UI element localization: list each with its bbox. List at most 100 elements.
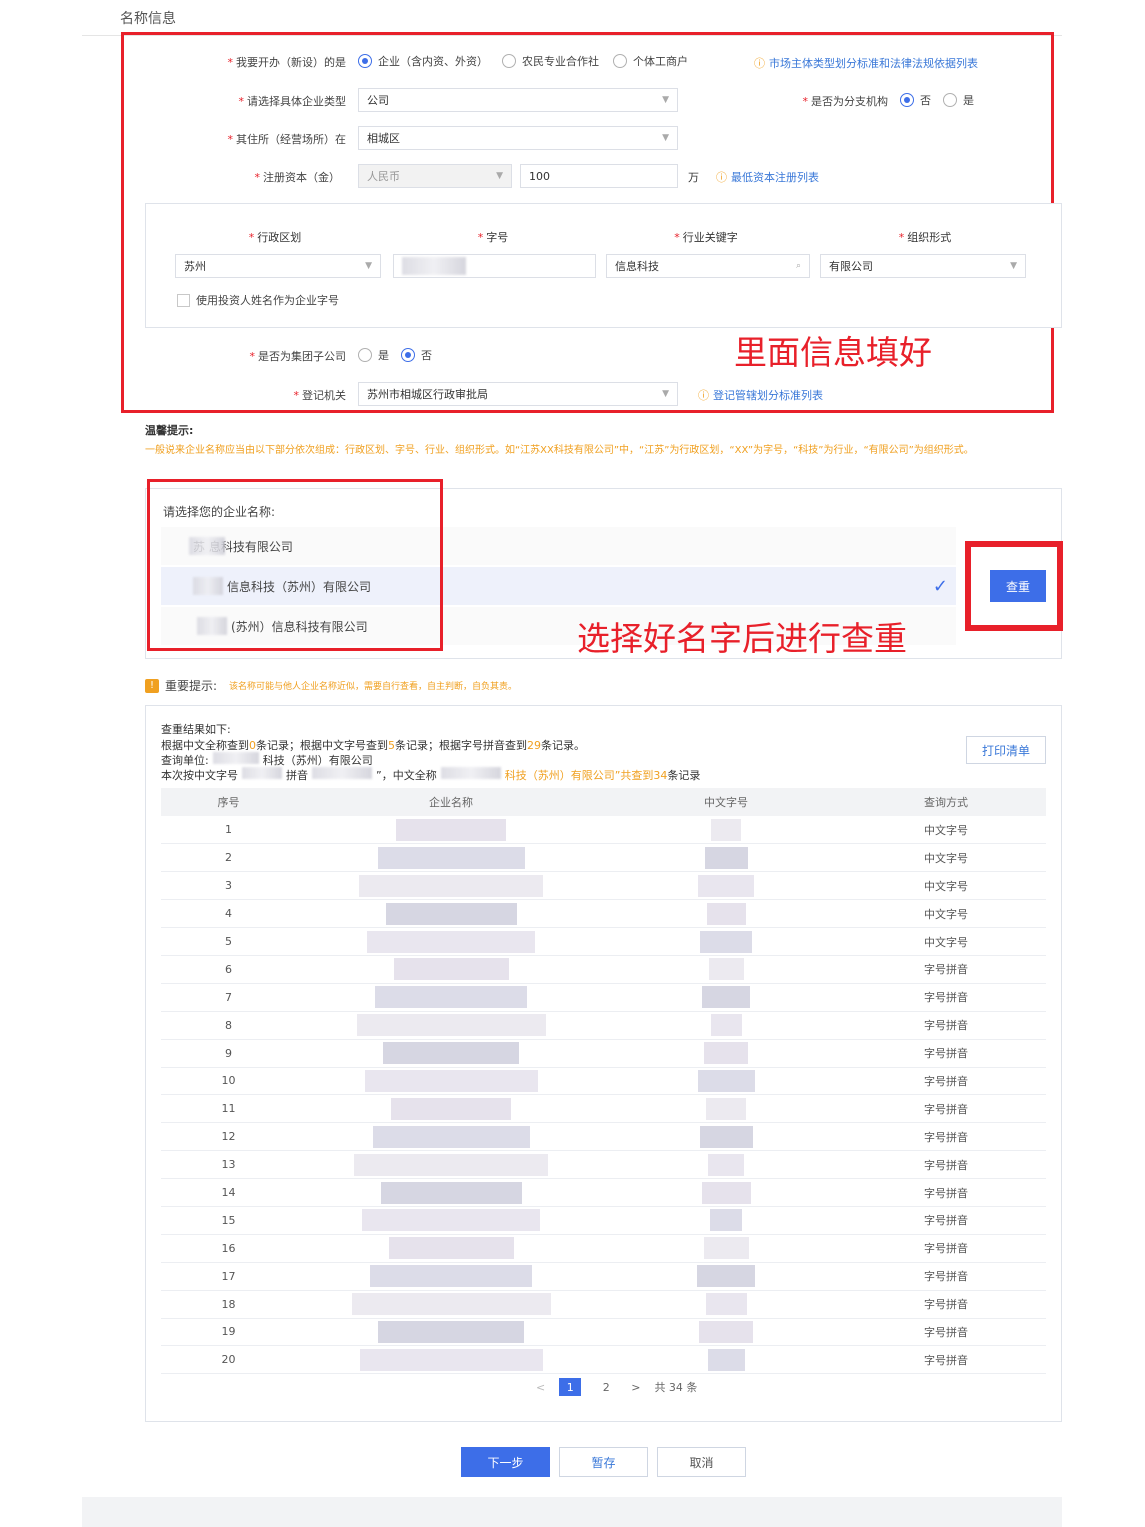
next-page-button[interactable]: > [631, 1381, 640, 1394]
print-list-button[interactable]: 打印清单 [966, 736, 1046, 764]
redacted-text [354, 1153, 548, 1176]
company-name-cell [296, 955, 606, 984]
capital-amount-input[interactable]: 100 [520, 164, 678, 188]
next-step-button[interactable]: 下一步 [461, 1447, 550, 1477]
important-note: ! 重要提示: 该名称可能与他人企业名称近似，需要自行查看，自主判断，自负其责。 [145, 677, 517, 694]
redacted-text [377, 846, 525, 869]
query-method-cell: 中文字号 [846, 871, 1046, 901]
use-investor-name-checkbox[interactable]: 使用投资人姓名作为企业字号 [177, 292, 339, 308]
table-row: 18 字号拼音 [161, 1290, 1046, 1319]
table-row: 4 中文字号 [161, 899, 1046, 929]
redacted-text [708, 958, 744, 981]
authority-select[interactable]: 苏州市相城区行政审批局 ▼ [358, 382, 678, 406]
residence-select[interactable]: 相城区 ▼ [358, 126, 678, 150]
table-row: 20 字号拼音 [161, 1345, 1046, 1375]
enterprise-type-select[interactable]: 公司 ▼ [358, 88, 678, 112]
table-row: 14 字号拼音 [161, 1178, 1046, 1207]
query-method-cell: 字号拼音 [846, 1094, 1046, 1124]
table-row: 1 中文字号 [161, 816, 1046, 845]
results-heading: 查重结果如下: [161, 723, 231, 736]
table-row: 6 字号拼音 [161, 955, 1046, 984]
help-icon: ⓘ [698, 389, 709, 402]
search-icon: ⌕ [795, 261, 801, 271]
is-branch-yes-radio[interactable]: 是 [943, 92, 974, 108]
query-method-cell: 字号拼音 [846, 1262, 1046, 1291]
trade-name-cell [606, 955, 846, 984]
open-type-coop-radio[interactable]: 农民专业合作社 [502, 53, 599, 69]
market-type-link[interactable]: ⓘ 市场主体类型划分标准和法律法规依据列表 [754, 55, 978, 71]
is-group-sub-no-radio[interactable]: 否 [401, 347, 432, 363]
company-name-cell [296, 816, 606, 845]
row-number: 4 [161, 899, 296, 929]
results-table-wrapper: 序号 企业名称 中文字号 查询方式 1 中文字号 2 中文字号 3 中文字号 4 中文字号 5 中… [161, 788, 1046, 1375]
row-number: 8 [161, 1011, 296, 1040]
cancel-button[interactable]: 取消 [657, 1447, 746, 1477]
region-header: * 行政区划 [248, 231, 302, 244]
chevron-down-icon: ▼ [1010, 261, 1017, 271]
page-2-button[interactable]: 2 [595, 1378, 617, 1396]
redacted-text [396, 818, 506, 841]
table-row: 10 字号拼音 [161, 1067, 1046, 1096]
query-method-cell: 中文字号 [846, 899, 1046, 929]
radio-icon [358, 348, 372, 362]
redacted-text [388, 1237, 514, 1260]
check-duplicate-button[interactable]: 查重 [990, 570, 1046, 602]
redacted-text [708, 1153, 744, 1176]
prev-page-button[interactable]: < [536, 1381, 545, 1394]
chevron-down-icon: ▼ [496, 171, 503, 181]
trade-name-input[interactable] [393, 254, 596, 278]
radio-icon [358, 54, 372, 68]
redacted-text [367, 930, 535, 953]
query-method-cell: 字号拼音 [846, 1234, 1046, 1263]
redacted-text [212, 752, 259, 764]
radio-icon [943, 93, 957, 107]
is-branch-label: * 是否为分支机构 [802, 95, 889, 108]
row-number: 15 [161, 1206, 296, 1235]
redacted-text [402, 257, 466, 275]
is-branch-radio-group: 否 是 [900, 92, 974, 108]
column-header: 企业名称 [296, 788, 606, 816]
chevron-down-icon: ▼ [365, 261, 372, 271]
open-type-individual-radio[interactable]: 个体工商户 [613, 53, 688, 69]
results-summary: 根据中文全称查到0条记录；根据中文字号查到5条记录；根据字号拼音查到29条记录。 [161, 739, 585, 752]
industry-header: * 行业关键字 [674, 231, 738, 244]
org-form-select[interactable]: 有限公司 ▼ [820, 254, 1026, 278]
min-capital-link[interactable]: ⓘ 最低资本注册列表 [716, 169, 819, 185]
check-icon: ✓ [932, 575, 948, 597]
query-method-cell: 字号拼音 [846, 1011, 1046, 1040]
results-unit: 查询单位: 科技（苏州）有限公司 [161, 752, 373, 767]
table-header-row: 序号 企业名称 中文字号 查询方式 [161, 788, 1046, 816]
is-branch-no-radio[interactable]: 否 [900, 92, 931, 108]
is-group-sub-yes-radio[interactable]: 是 [358, 347, 389, 363]
industry-input[interactable]: 信息科技 ⌕ [606, 254, 810, 278]
redacted-text [359, 874, 543, 897]
trade-name-cell [606, 1011, 846, 1040]
trade-name-cell [606, 1318, 846, 1347]
query-method-cell: 字号拼音 [846, 1290, 1046, 1319]
query-method-cell: 字号拼音 [846, 1039, 1046, 1068]
redacted-text [697, 1265, 755, 1288]
company-name-cell [296, 1234, 606, 1263]
row-number: 5 [161, 927, 296, 956]
row-number: 13 [161, 1150, 296, 1180]
redacted-text [707, 1348, 745, 1371]
residence-label: * 其住所（经营场所）在 [227, 133, 347, 146]
page-1-button[interactable]: 1 [559, 1378, 582, 1396]
warning-icon: ! [145, 678, 159, 693]
redacted-text [391, 1097, 511, 1120]
trade-name-cell [606, 927, 846, 956]
chevron-down-icon: ▼ [662, 95, 669, 105]
column-header: 中文字号 [606, 788, 846, 816]
redacted-text [378, 1320, 524, 1343]
jurisdiction-link[interactable]: ⓘ 登记管辖划分标准列表 [698, 387, 823, 403]
table-row: 13 字号拼音 [161, 1150, 1046, 1180]
query-method-cell: 字号拼音 [846, 983, 1046, 1012]
open-type-enterprise-radio[interactable]: 企业（含内资、外资） [358, 53, 488, 69]
capital-label: * 注册资本（金） [254, 171, 341, 184]
region-select[interactable]: 苏州 ▼ [175, 254, 381, 278]
table-row: 17 字号拼音 [161, 1262, 1046, 1291]
table-row: 19 字号拼音 [161, 1318, 1046, 1347]
radio-icon [900, 93, 914, 107]
save-draft-button[interactable]: 暂存 [559, 1447, 648, 1477]
redacted-text [711, 818, 741, 841]
